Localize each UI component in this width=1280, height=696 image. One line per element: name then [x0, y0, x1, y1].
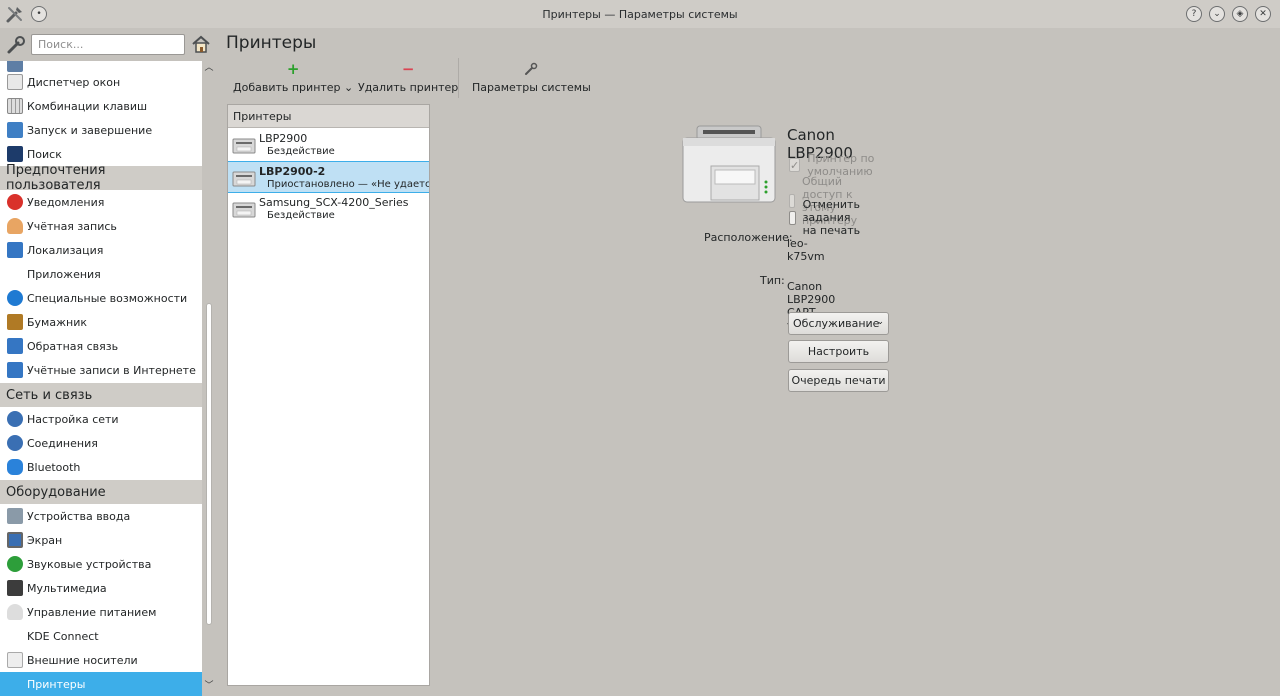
printer-icon: [232, 138, 256, 154]
printer-row[interactable]: LBP2900 Бездействие: [228, 129, 429, 161]
sidebar-item-shortcuts[interactable]: Комбинации клавиш: [0, 94, 202, 118]
system-settings-icon[interactable]: [5, 4, 25, 24]
sidebar-item-display[interactable]: Экран: [0, 528, 202, 552]
location-value: leo-k75vm: [787, 237, 825, 263]
sidebar-item-printers[interactable]: Принтеры: [0, 672, 202, 696]
remove-icon: −: [401, 60, 415, 78]
sidebar-item-notifications[interactable]: Уведомления: [0, 190, 202, 214]
page-title: Принтеры: [226, 33, 317, 53]
localization-icon: [7, 242, 23, 258]
category-hardware: Оборудование: [0, 480, 202, 504]
window-manager-icon: [7, 74, 23, 90]
applications-icon: [7, 266, 23, 282]
sidebar-item-localization[interactable]: Локализация: [0, 238, 202, 262]
sidebar-item-window-manager[interactable]: Диспетчер окон: [0, 70, 202, 94]
sidebar-item-bluetooth[interactable]: Bluetooth: [0, 455, 202, 479]
category-user-preferences: Предпочтения пользователя: [0, 163, 202, 193]
type-label: Тип:: [760, 274, 785, 287]
notifications-icon: [7, 194, 23, 210]
sidebar-item-wallet[interactable]: Бумажник: [0, 310, 202, 334]
sidebar-item-accessibility[interactable]: Специальные возможности: [0, 286, 202, 310]
add-icon: +: [286, 60, 300, 78]
help-button[interactable]: ?: [1186, 6, 1202, 22]
online-accounts-icon: [7, 362, 23, 378]
sidebar-item-input-devices[interactable]: Устройства ввода: [0, 504, 202, 528]
account-icon: [7, 218, 23, 234]
sidebar-item-connections[interactable]: Соединения: [0, 431, 202, 455]
printer-row-selected[interactable]: LBP2900-2 Приостановлено — «Не удается с: [228, 161, 429, 193]
window-menu-button[interactable]: •: [31, 6, 47, 22]
home-icon[interactable]: [191, 34, 211, 54]
printer-list: Принтеры LBP2900 Бездействие LBP2900-2 П…: [227, 104, 430, 686]
connections-icon: [7, 435, 23, 451]
scroll-down-icon[interactable]: ﹀: [204, 681, 214, 691]
sidebar-item-kde-connect[interactable]: KDE Connect: [0, 624, 202, 648]
removable-media-icon: [7, 652, 23, 668]
scroll-up-icon[interactable]: ︿: [204, 63, 214, 73]
printer-row[interactable]: Samsung_SCX-4200_Series Бездействие: [228, 193, 429, 225]
printer-icon: [232, 171, 256, 187]
input-devices-icon: [7, 508, 23, 524]
check-icon: ✓: [789, 158, 801, 172]
title-bar: • Принтеры — Параметры системы ? ⌄ ◈ ✕: [0, 0, 1280, 28]
window-title: Принтеры — Параметры системы: [542, 7, 738, 21]
location-label: Расположение:: [704, 231, 793, 244]
kde-connect-icon: [7, 628, 23, 644]
system-settings-button[interactable]: Параметры системы: [472, 62, 591, 98]
chevron-down-icon: ⌄: [876, 317, 884, 327]
multimedia-icon: [7, 580, 23, 596]
network-icon: [7, 411, 23, 427]
power-icon: [7, 604, 23, 620]
sidebar-item-applications[interactable]: Приложения: [0, 262, 202, 286]
configure-button[interactable]: Настроить: [788, 340, 889, 363]
toolbar-separator: [458, 58, 459, 98]
sidebar-item-power[interactable]: Управление питанием: [0, 600, 202, 624]
printer-list-header[interactable]: Принтеры: [228, 105, 429, 128]
startup-icon: [7, 122, 23, 138]
bluetooth-icon: [7, 459, 23, 475]
configure-icon[interactable]: [6, 35, 26, 55]
maximize-button[interactable]: ◈: [1232, 6, 1248, 22]
keyboard-icon: [7, 98, 23, 114]
wallet-icon: [7, 314, 23, 330]
minimize-button[interactable]: ⌄: [1209, 6, 1225, 22]
display-icon: [7, 532, 23, 548]
category-network: Сеть и связь: [0, 383, 202, 407]
sidebar-item-online-accounts[interactable]: Учётные записи в Интернете: [0, 358, 202, 382]
configure-icon: [525, 62, 538, 75]
sidebar-item-multimedia[interactable]: Мультимедиа: [0, 576, 202, 600]
audio-icon: [7, 556, 23, 572]
sidebar-item-removable-media[interactable]: Внешние носители: [0, 648, 202, 672]
search-input[interactable]: Поиск...: [31, 34, 185, 55]
reject-jobs-checkbox[interactable]: Отменить задания на печать: [789, 198, 867, 237]
close-button[interactable]: ✕: [1255, 6, 1271, 22]
sidebar-item-startup[interactable]: Запуск и завершение: [0, 118, 202, 142]
scrollbar-thumb[interactable]: [206, 303, 212, 625]
sidebar-item-network-settings[interactable]: Настройка сети: [0, 407, 202, 431]
chevron-down-icon: ⌄: [344, 81, 354, 94]
sidebar-scrollbar[interactable]: ︿ ﹀: [202, 61, 216, 696]
sidebar-list: Диспетчер окон Комбинации клавиш Запуск …: [0, 61, 202, 696]
search-icon: [7, 146, 23, 162]
printers-icon: [7, 676, 23, 692]
main-panel: Принтеры + Добавить принтер ⌄ − Удалить …: [216, 28, 1280, 696]
sidebar-item-feedback[interactable]: Обратная связь: [0, 334, 202, 358]
printer-icon: [232, 202, 256, 218]
feedback-icon: [7, 338, 23, 354]
add-printer-button[interactable]: + Добавить принтер ⌄: [233, 62, 353, 98]
print-queue-button[interactable]: Очередь печати: [788, 369, 889, 392]
sidebar: Поиск... Диспетчер окон Комбинации клави…: [0, 28, 216, 696]
maintenance-select[interactable]: Обслуживание ⌄: [788, 312, 889, 335]
printer-image: [682, 125, 776, 203]
accessibility-icon: [7, 290, 23, 306]
sidebar-item-audio[interactable]: Звуковые устройства: [0, 552, 202, 576]
remove-printer-button[interactable]: − Удалить принтер: [358, 62, 458, 98]
sidebar-item-account[interactable]: Учётная запись: [0, 214, 202, 238]
